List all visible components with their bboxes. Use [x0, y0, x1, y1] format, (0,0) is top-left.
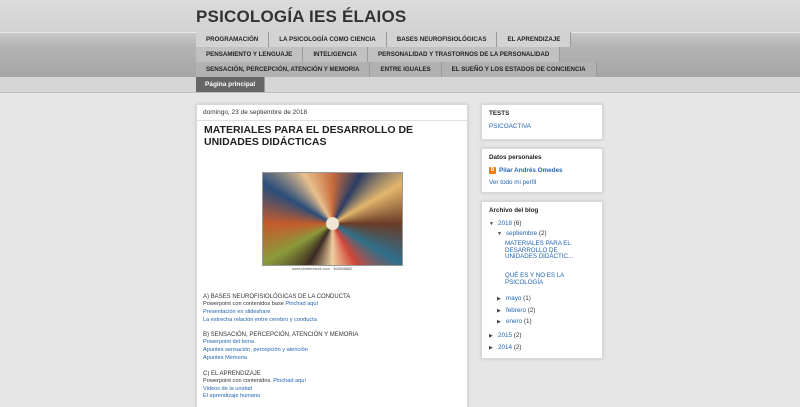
post-divider: [197, 120, 467, 121]
tab-row-2: PENSAMIENTO Y LENGUAJE INTELIGENCIA PERS…: [196, 47, 561, 62]
archive-post-link[interactable]: MATERIALES PARA EL DESARROLLO DE UNIDADE…: [505, 240, 583, 261]
post-body: A) BASES NEUROFISIOLÓGICAS DE LA CONDUCT…: [203, 293, 463, 407]
tab-row-1: PROGRAMACIÓN LA PSICOLOGÍA COMO CIENCIA …: [196, 32, 572, 47]
post-container: domingo, 23 de septiembre de 2018 MATERI…: [196, 104, 468, 407]
section-b: B) SENSACIÓN, PERCEPCIÓN, ATENCIÓN Y MEM…: [203, 331, 463, 362]
pinchad-link[interactable]: Pinchad aquí: [273, 378, 306, 384]
archive-month-enero: ▶ enero (1): [497, 318, 532, 325]
archive-widget: Archivo del blog ▼ 2018 (6) ▼ septiembre (…: [481, 201, 603, 359]
profile-name-link[interactable]: Pilar Andrés Omedes: [499, 167, 562, 174]
archive-year-2015: ▶ 2015 (2): [489, 332, 521, 339]
tab-sensacion-percepcion[interactable]: SENSACIÓN, PERCEPCIÓN, ATENCIÓN Y MEMORI…: [196, 62, 371, 77]
tab-row-4: Página principal: [196, 77, 266, 92]
archive-month-septiembre: ▼ septiembre (2): [497, 230, 547, 237]
aprendizaje-humano-link[interactable]: El aprendizaje humano: [203, 393, 463, 401]
month-link[interactable]: enero: [506, 318, 522, 325]
section-heading: B) SENSACIÓN, PERCEPCIÓN, ATENCIÓN Y MEM…: [203, 332, 359, 339]
triangle-down-icon[interactable]: ▼: [497, 231, 506, 237]
psicoactiva-link[interactable]: PSICOACTIVA: [489, 123, 531, 130]
year-count: (2): [513, 332, 522, 339]
tab-pagina-principal[interactable]: Página principal: [196, 77, 266, 92]
triangle-down-icon[interactable]: ▼: [489, 221, 498, 227]
image-caption: www.shutterstock.com · 305858882: [292, 267, 353, 271]
triangle-right-icon[interactable]: ▶: [497, 296, 506, 302]
month-count: (2): [527, 307, 536, 314]
section-c: C) EL APRENDIZAJE Powerpoint con conteni…: [203, 370, 463, 401]
month-count: (1): [523, 318, 532, 325]
section-line: Powerpoint con contenidos. Pinchad aquí: [203, 378, 463, 386]
triangle-right-icon[interactable]: ▶: [497, 319, 506, 325]
apuntes-sensacion-link[interactable]: Apuntes sensación, percepción y atención: [203, 347, 463, 355]
apuntes-memoria-link[interactable]: Apuntes Memoria: [203, 355, 463, 363]
tests-widget: TESTS PSICOACTIVA: [481, 104, 603, 140]
archive-month-febrero: ▶ febrero (2): [497, 307, 535, 314]
pinchad-link[interactable]: Pinchad aquí: [285, 301, 318, 307]
post-image[interactable]: [262, 172, 403, 266]
month-count: (2): [538, 230, 547, 237]
section-a: A) BASES NEUROFISIOLÓGICAS DE LA CONDUCT…: [203, 293, 463, 324]
year-link[interactable]: 2014: [498, 344, 512, 351]
line-text: Powerpoint con contenidos base: [203, 301, 286, 307]
tab-bases-neurofisiologicas[interactable]: BASES NEUROFISIOLÓGICAS: [386, 32, 498, 47]
year-count: (2): [513, 344, 522, 351]
tab-pensamiento-lenguaje[interactable]: PENSAMIENTO Y LENGUAJE: [196, 47, 304, 62]
tab-aprendizaje[interactable]: EL APRENDIZAJE: [497, 32, 572, 47]
triangle-right-icon[interactable]: ▶: [497, 308, 506, 314]
section-heading: A) BASES NEUROFISIOLÓGICAS DE LA CONDUCT…: [203, 294, 351, 300]
videos-unidad-link[interactable]: Videos de la unidad: [203, 386, 463, 394]
archive-year-2014: ▶ 2014 (2): [489, 344, 521, 351]
year-link[interactable]: 2015: [498, 332, 512, 339]
widget-title: TESTS: [489, 110, 510, 117]
year-link[interactable]: 2018: [498, 220, 512, 227]
widget-title: Archivo del blog: [489, 207, 539, 214]
archive-month-mayo: ▶ mayo (1): [497, 295, 531, 302]
archive-year-2018: ▼ 2018 (6): [489, 220, 521, 227]
triangle-right-icon[interactable]: ▶: [489, 345, 498, 351]
month-link[interactable]: mayo: [506, 295, 521, 302]
tab-sueno-conciencia[interactable]: EL SUEÑO Y LOS ESTADOS DE CONCIENCIA: [441, 62, 597, 77]
section-line: Powerpoint con contenidos base Pinchad a…: [203, 301, 463, 309]
tabs-background-bottom: [0, 77, 800, 93]
slideshare-link[interactable]: Presentación en slideshare: [203, 309, 463, 317]
post-title[interactable]: MATERIALES PARA EL DESARROLLO DE UNIDADE…: [204, 124, 462, 148]
month-link[interactable]: febrero: [506, 307, 526, 314]
tab-row-3: SENSACIÓN, PERCEPCIÓN, ATENCIÓN Y MEMORI…: [196, 62, 597, 77]
line-text: Powerpoint con contenidos.: [203, 377, 274, 384]
tab-programacion[interactable]: PROGRAMACIÓN: [196, 32, 270, 47]
tab-entre-iguales[interactable]: ENTRE IGUALES: [370, 62, 442, 77]
powerpoint-tema-link[interactable]: Powerpoint del tema: [203, 339, 463, 347]
tab-psicologia-ciencia[interactable]: LA PSICOLOGÍA COMO CIENCIA: [269, 32, 387, 47]
cerebro-conducta-link[interactable]: La estrecha relación entre cerebro y con…: [203, 317, 463, 325]
post-date: domingo, 23 de septiembre de 2018: [203, 109, 308, 116]
section-heading: C) EL APRENDIZAJE: [203, 370, 261, 377]
widget-title: Datos personales: [489, 154, 542, 161]
blogger-icon: B: [489, 167, 496, 174]
triangle-right-icon[interactable]: ▶: [489, 333, 498, 339]
profile-widget: Datos personales B Pilar Andrés Omedes V…: [481, 148, 603, 193]
tab-inteligencia[interactable]: INTELIGENCIA: [303, 47, 368, 62]
year-count: (6): [513, 220, 522, 227]
tab-personalidad[interactable]: PERSONALIDAD Y TRASTORNOS DE LA PERSONAL…: [367, 47, 561, 62]
view-profile-link[interactable]: Ver todo mi perfil: [489, 179, 536, 186]
month-count: (1): [523, 295, 531, 302]
archive-post-link[interactable]: QUÉ ES Y NO ES LA PSICOLOGÍA: [505, 272, 583, 286]
month-link[interactable]: septiembre: [506, 230, 537, 237]
blog-title[interactable]: PSICOLOGÍA IES ÉLAIOS: [196, 7, 406, 27]
